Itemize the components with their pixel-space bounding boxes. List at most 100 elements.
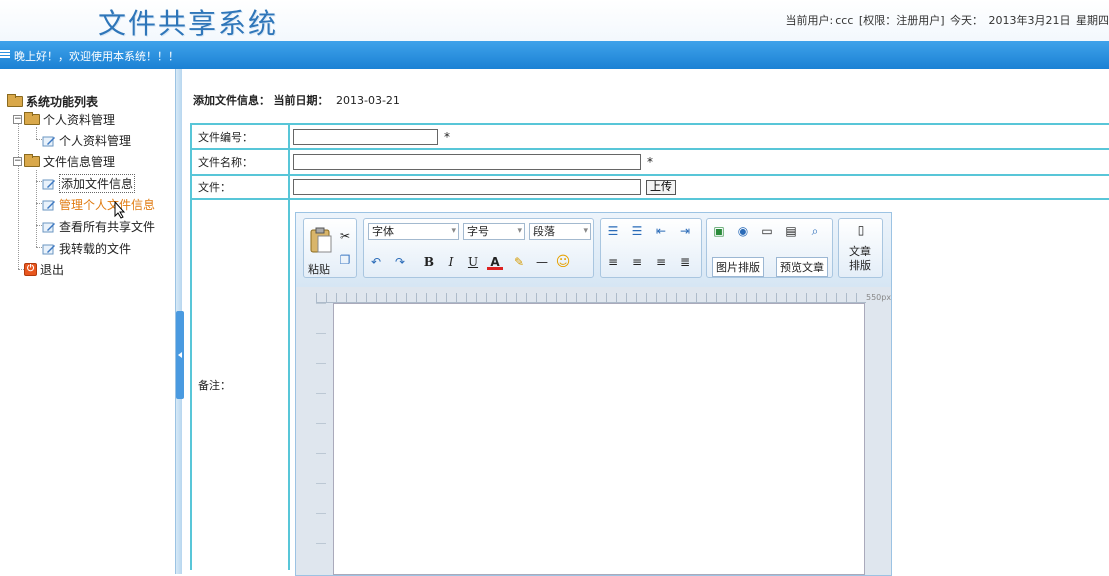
edit-icon [42,222,55,232]
media-icon[interactable]: ◉ [735,223,751,239]
file-name-input[interactable] [293,154,641,170]
article-layout-group[interactable]: ▯ 文章 排版 [838,218,883,278]
user-name: ccc [835,14,854,27]
sidebar-item-add-file[interactable]: 添加文件信息 [42,174,136,193]
sidebar: 系统功能列表 − 个人资料管理 个人资料管理 − 文件信息管理 添加文件信息 管… [0,69,175,574]
user-info: 当前用户: ccc [权限：注册用户] 今天： 2013年3月21日 星期四 [784,12,1109,28]
sidebar-item-reposted-files[interactable]: 我转载的文件 [42,240,131,257]
redo-icon[interactable]: ↷ [392,254,408,270]
sidebar-item-label: 管理个人文件信息 [59,198,156,212]
font-select[interactable]: 字体 [368,223,459,240]
form-row-file-name: 文件名称： * [190,150,1109,176]
source-search-icon[interactable]: ⌕ [807,223,823,239]
editor-content-area[interactable] [333,303,865,575]
notes-label: 备注： [190,200,290,570]
collapse-icon[interactable]: − [13,115,22,124]
outdent-icon[interactable]: ⇤ [653,223,669,239]
rich-text-editor[interactable]: 粘贴 ✂ ❐ 字体 字号 段落 ↶ ↷ B I U A ✎ — ☺ ☰ [295,212,892,576]
file-name-label: 文件名称： [190,150,290,174]
document-icon: ▯ [857,223,865,237]
weekday: 星期四 [1076,14,1109,27]
today-date: 2013年3月21日 [988,14,1071,27]
date-label: 当前日期： [273,94,329,107]
tree-group-label: 文件信息管理 [43,155,116,169]
header: 文件共享系统 当前用户: ccc [权限：注册用户] 今天： 2013年3月21日… [0,0,1109,41]
greeting-text: 晚上好！，欢迎使用本系统！！！ [14,50,179,63]
paste-button[interactable]: 粘贴 [308,261,330,277]
collapse-sidebar-handle[interactable] [176,311,184,399]
sidebar-item-label: 我转载的文件 [59,242,132,256]
cut-icon[interactable]: ✂ [337,228,353,244]
preview-button[interactable]: 预览文章 [776,257,828,277]
file-label: 文件： [190,176,290,198]
form-row-file-no: 文件编号： * [190,125,1109,150]
folder-icon [7,94,23,107]
bold-icon[interactable]: B [421,254,437,270]
copy-icon[interactable]: ❐ [337,252,353,268]
format-group: 字体 字号 段落 ↶ ↷ B I U A ✎ — ☺ [363,218,594,278]
indent-icon[interactable]: ⇥ [677,223,693,239]
align-justify-icon[interactable]: ≣ [677,254,693,270]
user-label: 当前用户: [785,14,834,27]
tree-root: 系统功能列表 [7,93,98,110]
welcome-bar: 晚上好！，欢迎使用本系统！！！ [0,41,1109,69]
sidebar-item-label: 添加文件信息 [59,174,136,193]
font-color-icon[interactable]: A [487,254,503,270]
emoticon-icon[interactable]: ☺ [555,254,571,270]
size-select[interactable]: 字号 [463,223,525,240]
required-mark: * [444,129,450,144]
underline-icon[interactable]: U [465,254,481,270]
italic-icon[interactable]: I [443,254,459,270]
edit-icon [42,200,55,210]
user-role: [权限：注册用户] [858,14,945,27]
tree-line [18,117,19,269]
highlight-icon[interactable]: ✎ [511,254,527,270]
sidebar-item-personal-profile[interactable]: 个人资料管理 [42,132,131,149]
sidebar-item-manage-files[interactable]: 管理个人文件信息 [42,196,155,213]
file-path-input[interactable] [293,179,641,195]
breadcrumb: 添加文件信息： 当前日期： 2013-03-21 [193,92,400,108]
editor-toolbar: 粘贴 ✂ ❐ 字体 字号 段落 ↶ ↷ B I U A ✎ — ☺ ☰ [296,213,891,287]
today-label: 今天： [950,14,983,27]
tree-group-files[interactable]: − 文件信息管理 [13,153,115,170]
sidebar-item-label: 退出 [40,263,65,277]
folder-icon [24,112,40,125]
page-title: 添加文件信息： [193,94,270,107]
undo-icon[interactable]: ↶ [368,254,384,270]
image-layout-button[interactable]: 图片排版 [712,257,764,277]
edit-icon [42,179,55,189]
sidebar-item-label: 查看所有共享文件 [59,220,156,234]
table-icon[interactable]: ▭ [759,223,775,239]
paragraph-select[interactable]: 段落 [529,223,591,240]
horizontal-ruler [316,293,866,303]
date-value: 2013-03-21 [336,94,400,107]
power-icon: ⏻ [24,263,37,276]
sidebar-item-label: 个人资料管理 [59,134,132,148]
paste-icon[interactable] [310,227,332,253]
align-right-icon[interactable]: ≡ [653,254,669,270]
file-no-input[interactable] [293,128,438,145]
sidebar-item-exit[interactable]: ⏻ 退出 [24,261,64,278]
upload-button[interactable]: 上传 [646,179,676,195]
align-center-icon[interactable]: ≡ [629,254,645,270]
tree-group-label: 个人资料管理 [43,113,116,127]
insert-group: ▣ ◉ ▭ ▤ ⌕ 图片排版 预览文章 [706,218,833,278]
tree-group-personal[interactable]: − 个人资料管理 [13,111,115,128]
horizontal-rule-icon[interactable]: — [534,254,550,270]
folder-icon [24,154,40,167]
clipboard-group: 粘贴 ✂ ❐ [303,218,357,278]
tree-line [36,127,37,139]
unordered-list-icon[interactable]: ☰ [629,223,645,239]
collapse-icon[interactable]: − [13,157,22,166]
article-layout-line2: 排版 [849,259,871,272]
sidebar-item-shared-files[interactable]: 查看所有共享文件 [42,218,155,235]
align-left-icon[interactable]: ≡ [605,254,621,270]
form-row-file: 文件： 上传 [190,176,1109,200]
template-icon[interactable]: ▤ [783,223,799,239]
image-icon[interactable]: ▣ [711,223,727,239]
list-align-group: ☰ ☰ ⇤ ⇥ ≡ ≡ ≡ ≣ [600,218,702,278]
ordered-list-icon[interactable]: ☰ [605,223,621,239]
vertical-ruler [316,303,326,573]
menu-icon [0,50,10,59]
tree-root-label: 系统功能列表 [26,95,99,109]
